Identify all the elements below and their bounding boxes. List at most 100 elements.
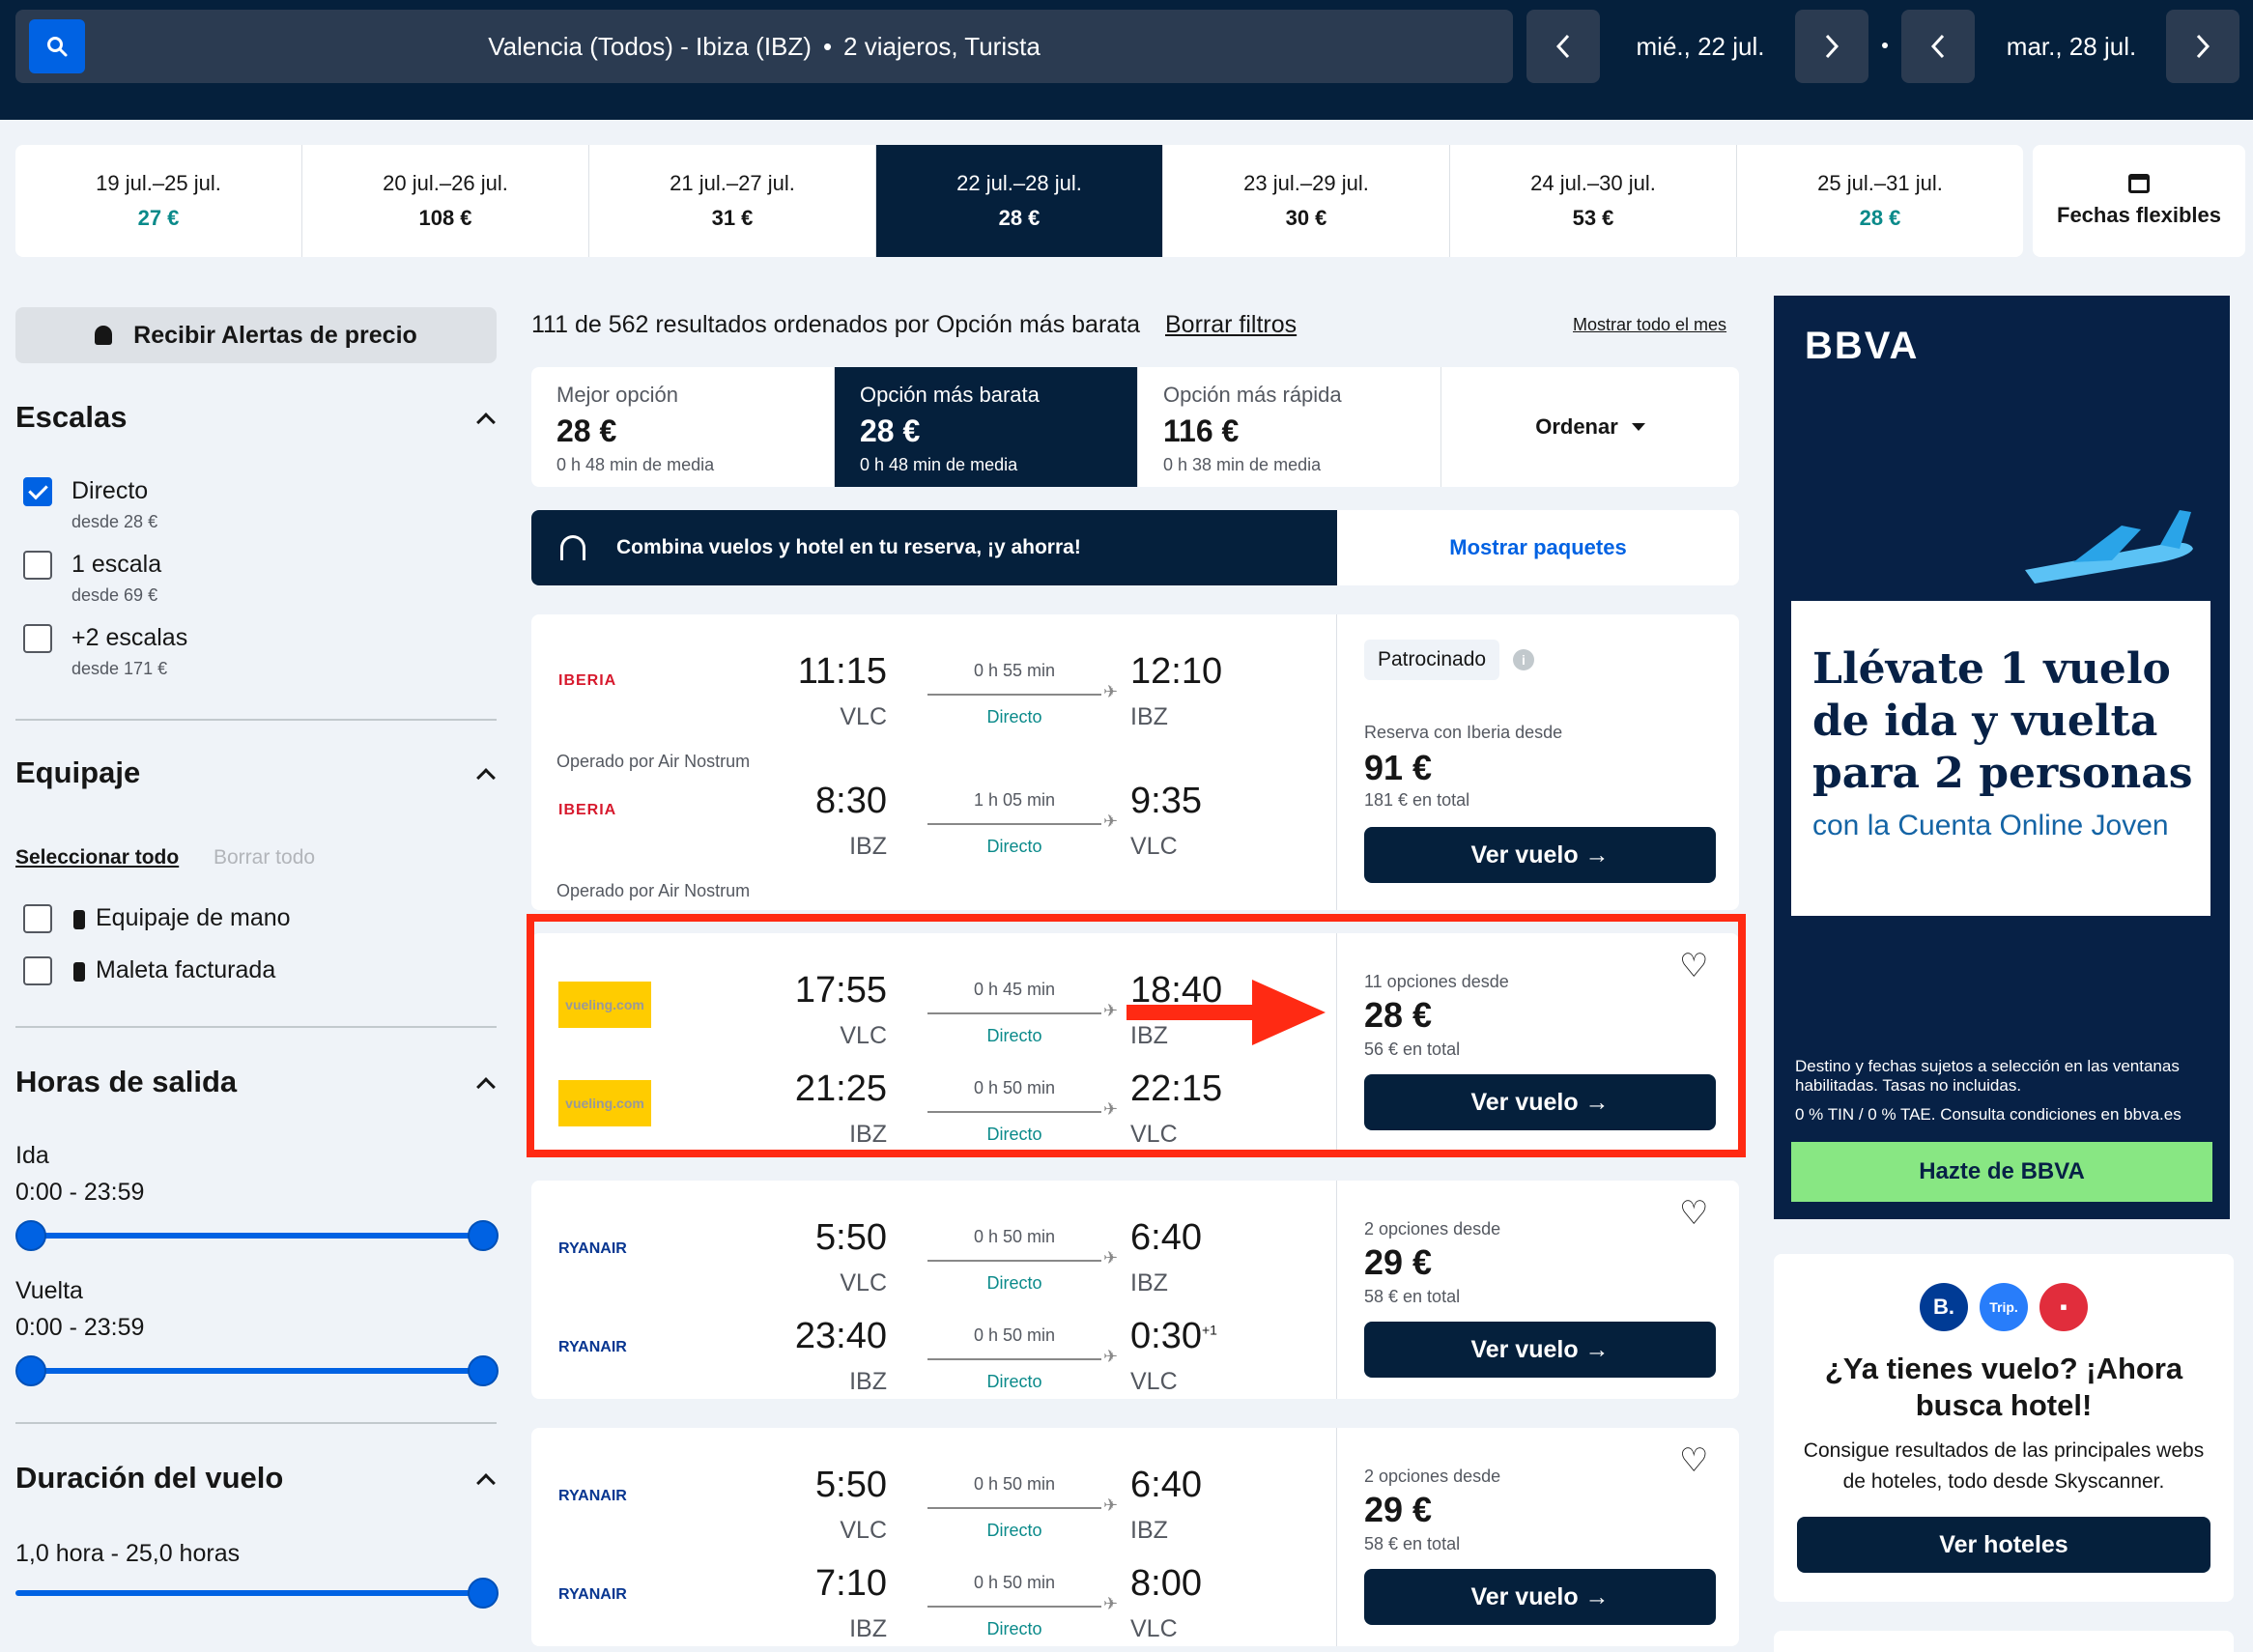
checkbox-checked-bag[interactable] bbox=[23, 956, 52, 985]
view-flight-button[interactable]: Ver vuelo → bbox=[1364, 1322, 1716, 1378]
tab-label: Mejor opción bbox=[556, 383, 678, 407]
heart-icon[interactable]: ♡ bbox=[1679, 1441, 1708, 1480]
duration-slider[interactable] bbox=[15, 1578, 499, 1609]
slider-handle-max[interactable] bbox=[468, 1578, 499, 1609]
bbva-logo: BBVA bbox=[1805, 325, 1920, 367]
stop-sub-two-plus: desde 171 € bbox=[71, 659, 168, 678]
bbva-ad[interactable]: BBVA Llévate 1 vuelo de ida y vuelta par… bbox=[1774, 296, 2230, 1219]
checkbox-direct[interactable] bbox=[23, 477, 52, 506]
chevron-up-icon[interactable] bbox=[476, 413, 496, 432]
arrival-airport: IBZ bbox=[1130, 1269, 1168, 1296]
view-hotels-button[interactable]: Ver hoteles bbox=[1797, 1517, 2210, 1573]
departure-airport: IBZ bbox=[849, 1368, 887, 1395]
promo-text: Combina vuelos y hotel en tu reserva, ¡y… bbox=[616, 536, 1081, 558]
plane-icon: ✈ bbox=[1103, 1495, 1119, 1515]
checked-bag-label: Maleta facturada bbox=[96, 956, 276, 983]
results-count: 111 de 562 resultados ordenados por Opci… bbox=[531, 311, 1497, 339]
outbound-time-slider[interactable] bbox=[15, 1220, 499, 1251]
next-day-indicator: +1 bbox=[1201, 1322, 1217, 1338]
carry-on-bag-icon bbox=[73, 910, 85, 929]
return-time-slider[interactable] bbox=[15, 1355, 499, 1386]
return-date[interactable]: mar., 28 jul. bbox=[1977, 10, 2166, 83]
date-option[interactable]: 23 jul.–29 jul. 30 € bbox=[1163, 145, 1450, 257]
hotels-logo-icon: ▪ bbox=[2039, 1283, 2088, 1331]
date-option[interactable]: 19 jul.–25 jul. 27 € bbox=[15, 145, 302, 257]
bbva-cta-button[interactable]: Hazte de BBVA bbox=[1791, 1142, 2212, 1202]
flight-duration: 0 h 50 min bbox=[973, 1227, 1056, 1246]
flight-result-card[interactable]: RYANAIR 5:50 VLC 0 h 50 min ✈ Directo 6:40 IBZ R… bbox=[531, 1428, 1739, 1646]
outbound-prev-button[interactable] bbox=[1526, 10, 1600, 83]
info-icon[interactable]: i bbox=[1513, 649, 1534, 670]
tab-price: 28 € bbox=[860, 413, 921, 448]
slider-handle-min[interactable] bbox=[15, 1220, 46, 1251]
airline-logo: RYANAIR bbox=[558, 1339, 627, 1355]
tab-duration: 0 h 48 min de media bbox=[556, 455, 715, 474]
search-summary-box[interactable]: Valencia (Todos) - Ibiza (IBZ) • 2 viaje… bbox=[15, 10, 1513, 83]
slider-handle-min[interactable] bbox=[15, 1355, 46, 1386]
checkbox-carry-on[interactable] bbox=[23, 904, 52, 933]
divider bbox=[15, 719, 497, 721]
price: 29 € bbox=[1364, 1242, 1433, 1282]
slider-handle-max[interactable] bbox=[468, 1220, 499, 1251]
flight-result-card[interactable]: IBERIA 11:15 VLC 0 h 55 min ✈ Directo 12:10 IBZ… bbox=[531, 614, 1739, 910]
date-range: 20 jul.–26 jul. bbox=[383, 171, 508, 195]
flight-duration: 0 h 50 min bbox=[973, 1474, 1056, 1494]
chevron-right-icon bbox=[1825, 34, 1839, 59]
plane-icon: ✈ bbox=[1103, 1594, 1119, 1613]
flexible-dates-button[interactable]: Fechas flexibles bbox=[2033, 145, 2245, 257]
tab-cheapest[interactable]: Opción más barata 28 € 0 h 48 min de med… bbox=[835, 367, 1138, 487]
price-options-text: Reserva con Iberia desde bbox=[1364, 723, 1563, 742]
tab-fastest[interactable]: Opción más rápida 116 € 0 h 38 min de me… bbox=[1138, 367, 1441, 487]
price-alert-button[interactable]: Recibir Alertas de precio bbox=[15, 307, 497, 363]
return-next-button[interactable] bbox=[2166, 10, 2239, 83]
date-option[interactable]: 20 jul.–26 jul. 108 € bbox=[302, 145, 589, 257]
heart-icon[interactable]: ♡ bbox=[1679, 1194, 1708, 1233]
arrival-airport: VLC bbox=[1130, 1615, 1178, 1642]
stops-label: Directo bbox=[986, 1619, 1042, 1638]
order-dropdown[interactable]: Ordenar bbox=[1441, 367, 1739, 487]
stops-title: Escalas bbox=[15, 400, 128, 434]
trip-logo-icon: Trip. bbox=[1980, 1283, 2028, 1331]
sponsored-badge: Patrocinado bbox=[1364, 640, 1500, 680]
checkbox-two-plus-stops[interactable] bbox=[23, 624, 52, 653]
arrival-airport: VLC bbox=[1130, 833, 1178, 860]
date-option[interactable]: 22 jul.–28 jul. 28 € bbox=[876, 145, 1163, 257]
arrival-time: 6:40 bbox=[1130, 1217, 1202, 1259]
price-options-text: 2 opciones desde bbox=[1364, 1219, 1501, 1239]
clear-filters-link[interactable]: Borrar filtros bbox=[1165, 311, 1297, 339]
date-price-strip: 19 jul.–25 jul. 27 €20 jul.–26 jul. 108 €2… bbox=[15, 145, 2023, 257]
view-flight-button[interactable]: Ver vuelo → bbox=[1364, 1569, 1716, 1625]
arrival-airport: IBZ bbox=[1130, 1517, 1168, 1544]
show-packages-link[interactable]: Mostrar paquetes bbox=[1337, 510, 1739, 585]
route-line bbox=[927, 1507, 1101, 1509]
chevron-up-icon[interactable] bbox=[476, 1077, 496, 1097]
show-month-link[interactable]: Mostrar todo el mes bbox=[1573, 315, 1726, 335]
departure-time: 8:30 bbox=[815, 781, 887, 821]
arrival-time-value: 0:30 bbox=[1130, 1316, 1202, 1356]
tab-best[interactable]: Mejor opción 28 € 0 h 48 min de media bbox=[531, 367, 835, 487]
tab-price: 116 € bbox=[1163, 413, 1240, 448]
clear-all-link[interactable]: Borrar todo bbox=[214, 846, 315, 869]
chevron-up-icon[interactable] bbox=[476, 768, 496, 787]
date-option[interactable]: 24 jul.–30 jul. 53 € bbox=[1450, 145, 1737, 257]
flight-duration: 0 h 50 min bbox=[973, 1325, 1056, 1345]
calendar-icon bbox=[2128, 174, 2150, 193]
arrival-time: 9:35 bbox=[1130, 781, 1202, 822]
date-option[interactable]: 25 jul.–31 jul. 28 € bbox=[1737, 145, 2023, 257]
outbound-date[interactable]: mié., 22 jul. bbox=[1604, 10, 1797, 83]
flight-result-card[interactable]: RYANAIR 5:50 VLC 0 h 50 min ✈ Directo 6:40 IBZ R… bbox=[531, 1181, 1739, 1399]
bbva-headline: Llévate 1 vuelo de ida y vuelta para 2 p… bbox=[1812, 644, 2193, 798]
date-option[interactable]: 21 jul.–27 jul. 31 € bbox=[589, 145, 876, 257]
view-flight-button[interactable]: Ver vuelo → bbox=[1364, 827, 1716, 883]
slider-handle-max[interactable] bbox=[468, 1355, 499, 1386]
select-all-link[interactable]: Seleccionar todo bbox=[15, 846, 179, 869]
departure-airport: VLC bbox=[840, 1517, 887, 1544]
route-line bbox=[927, 1260, 1101, 1262]
arrow-annotation-head bbox=[1252, 980, 1326, 1045]
outbound-next-button[interactable] bbox=[1795, 10, 1868, 83]
checkbox-one-stop[interactable] bbox=[23, 551, 52, 580]
return-prev-button[interactable] bbox=[1901, 10, 1975, 83]
chevron-up-icon[interactable] bbox=[476, 1473, 496, 1493]
departure-time: 11:15 bbox=[797, 651, 887, 692]
tab-label: Opción más rápida bbox=[1163, 383, 1342, 407]
